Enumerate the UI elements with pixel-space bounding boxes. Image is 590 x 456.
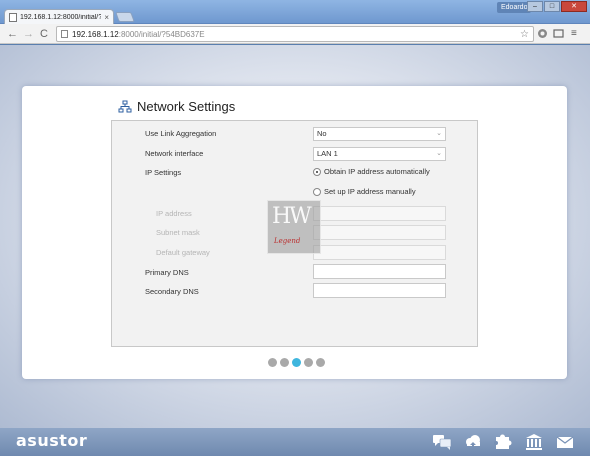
primary-dns-field[interactable] [313,264,446,279]
page-dot[interactable] [316,358,325,367]
page-dot[interactable] [280,358,289,367]
page-dot[interactable] [268,358,277,367]
radio-manual-label: Set up IP address manually [324,187,416,196]
forward-button[interactable]: → [23,26,34,42]
tab-title: 192.168.1.12:8000/initial/? [20,13,102,21]
address-bar[interactable]: 192.168.1.12:8000/initial/?54BD637E ☆ [56,26,534,42]
browser-toolbar: ← → C 192.168.1.12:8000/initial/?54BD637… [0,24,590,44]
card-heading: Network Settings [118,99,235,114]
page-indicator [268,358,325,367]
url-host: 192.168.1.12 [72,29,119,39]
page-title: Network Settings [137,99,236,114]
ip-settings-label: IP Settings [145,168,182,177]
radio-selected-icon [313,167,321,176]
tab-close-button[interactable]: × [104,13,109,22]
secondary-dns-label: Secondary DNS [145,287,199,296]
puzzle-icon[interactable] [493,432,513,452]
ip-address-label: IP address [156,209,192,218]
reload-button[interactable]: C [40,26,48,42]
watermark-signature: Legend [274,237,301,245]
asustor-logo: asustor [16,431,88,450]
new-tab-button[interactable] [115,12,135,22]
extension-icon[interactable] [537,28,548,39]
cloud-download-icon[interactable] [463,432,483,452]
default-gateway-field [313,245,446,260]
link-aggregation-label: Use Link Aggregation [145,129,217,138]
footer-bar: asustor [0,428,590,456]
browser-tab[interactable]: 192.168.1.12:8000/initial/? × [4,9,114,24]
watermark-logo: HW Legend [267,200,321,254]
network-interface-label: Network interface [145,149,204,158]
secondary-dns-field[interactable] [313,283,446,298]
cast-icon[interactable] [553,28,564,39]
page-dot[interactable] [304,358,313,367]
page-background: Network Settings Use Link Aggregation No… [0,45,590,428]
minimize-button[interactable]: – [527,1,543,12]
window-controls: – □ ✕ [527,1,587,12]
radio-set-manually[interactable]: Set up IP address manually [313,187,416,196]
watermark-mark: HW [272,204,312,229]
chevron-down-icon: ⌄ [436,150,442,157]
close-window-button[interactable]: ✕ [561,1,587,12]
primary-dns-label: Primary DNS [145,268,189,277]
radio-unselected-icon [313,187,321,196]
mail-icon[interactable] [555,432,575,452]
radio-auto-label: Obtain IP address automatically [324,167,430,176]
browser-titlebar: 192.168.1.12:8000/initial/? × Edoardo – … [0,0,590,24]
network-icon [118,100,132,112]
url-text: 192.168.1.12:8000/initial/?54BD637E [72,30,205,39]
setup-card: Network Settings Use Link Aggregation No… [22,86,567,379]
back-button[interactable]: ← [7,26,18,42]
maximize-button[interactable]: □ [544,1,560,12]
network-interface-value: LAN 1 [317,149,338,158]
link-aggregation-select[interactable]: No ⌄ [313,127,446,141]
subnet-mask-label: Subnet mask [156,228,200,237]
url-path: :8000/initial/?54BD637E [118,29,205,39]
chevron-down-icon: ⌄ [436,130,442,137]
menu-icon[interactable]: ≡ [571,27,577,41]
page-dot[interactable] [292,358,301,367]
subnet-mask-field [313,225,446,240]
network-interface-select[interactable]: LAN 1 ⌄ [313,147,446,161]
page-icon [9,12,17,22]
bank-icon[interactable] [524,432,544,452]
chat-icon[interactable] [432,432,452,452]
default-gateway-label: Default gateway [156,248,210,257]
link-aggregation-value: No [317,129,327,138]
ip-address-field [313,206,446,221]
bookmark-star-icon[interactable]: ☆ [520,29,529,40]
radio-obtain-automatically[interactable]: Obtain IP address automatically [313,167,430,176]
page-info-icon[interactable] [61,30,68,38]
